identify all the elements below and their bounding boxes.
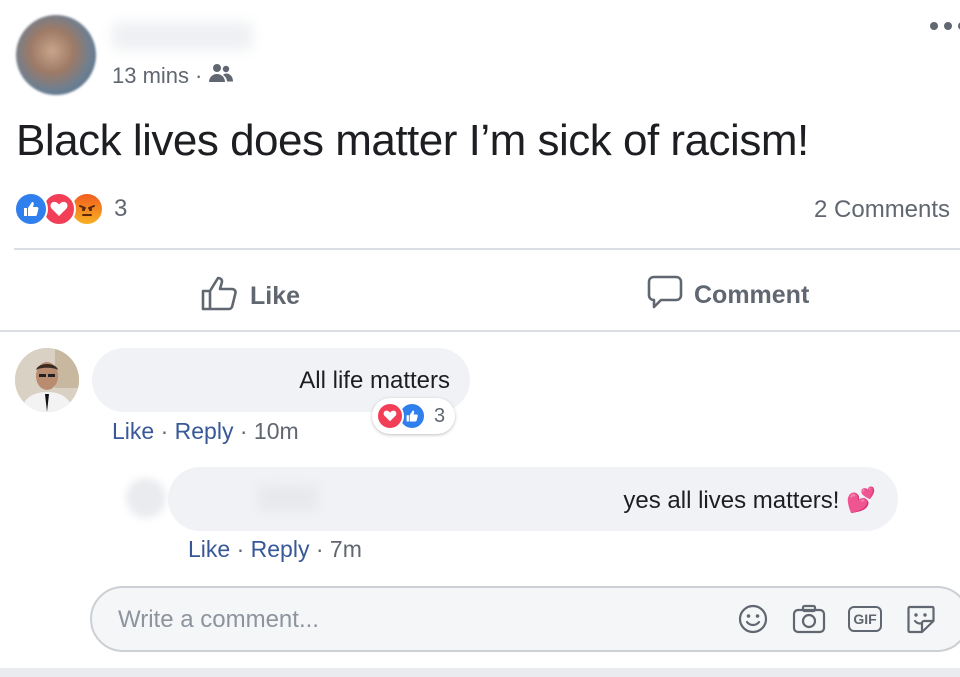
emoji-icon[interactable] xyxy=(736,602,770,636)
love-reaction-icon xyxy=(376,402,404,430)
speech-bubble-icon xyxy=(646,274,684,317)
comment-meta: Like · Reply · 10m xyxy=(112,418,299,444)
reaction-count: 3 xyxy=(114,195,128,222)
divider xyxy=(14,248,960,250)
bottom-border xyxy=(0,668,960,677)
gif-icon[interactable]: GIF xyxy=(848,602,882,636)
comment-button-label: Comment xyxy=(694,281,810,309)
replier-name-redacted[interactable] xyxy=(258,485,318,511)
comment-reaction-count: 3 xyxy=(434,404,446,427)
more-options-icon[interactable] xyxy=(930,22,960,30)
comment-reactions[interactable]: 3 xyxy=(372,398,456,434)
like-button[interactable]: Like xyxy=(200,274,300,319)
reply-like-link[interactable]: Like xyxy=(188,536,230,562)
replier-avatar-redacted[interactable] xyxy=(126,478,166,518)
reply-bubble: yes all lives matters! 💕 xyxy=(168,467,898,531)
author-avatar[interactable] xyxy=(16,15,96,95)
reply-meta: Like · Reply · 7m xyxy=(188,536,362,562)
comment-button[interactable]: Comment xyxy=(646,274,809,317)
comment-reply-link[interactable]: Reply xyxy=(175,418,234,444)
like-button-label: Like xyxy=(250,282,301,310)
reply-text: yes all lives matters! 💕 xyxy=(623,487,876,514)
comment-like-link[interactable]: Like xyxy=(112,418,154,444)
comments-count-link[interactable]: 2 Comments xyxy=(814,196,950,224)
reactions-summary[interactable]: 3 xyxy=(14,192,127,226)
post-meta: 13 mins · xyxy=(112,62,234,90)
thumbs-up-icon xyxy=(200,274,240,319)
comment-time[interactable]: 10m xyxy=(254,418,299,444)
post-text: Black lives does matter I’m sick of raci… xyxy=(16,116,809,165)
friends-icon[interactable] xyxy=(208,62,234,90)
post-time[interactable]: 13 mins xyxy=(112,63,189,89)
divider xyxy=(0,330,960,332)
meta-separator: · xyxy=(195,63,203,88)
comment-text: All life matters xyxy=(299,367,450,394)
camera-icon[interactable] xyxy=(792,602,826,636)
author-name-redacted[interactable] xyxy=(112,22,252,50)
gif-label: GIF xyxy=(848,606,882,632)
reply-time[interactable]: 7m xyxy=(330,536,362,562)
comment-input-placeholder[interactable]: Write a comment... xyxy=(118,606,319,634)
sticker-icon[interactable] xyxy=(904,602,938,636)
commenter-avatar[interactable] xyxy=(15,348,79,412)
reply-reply-link[interactable]: Reply xyxy=(251,536,310,562)
like-reaction-icon xyxy=(14,192,48,226)
